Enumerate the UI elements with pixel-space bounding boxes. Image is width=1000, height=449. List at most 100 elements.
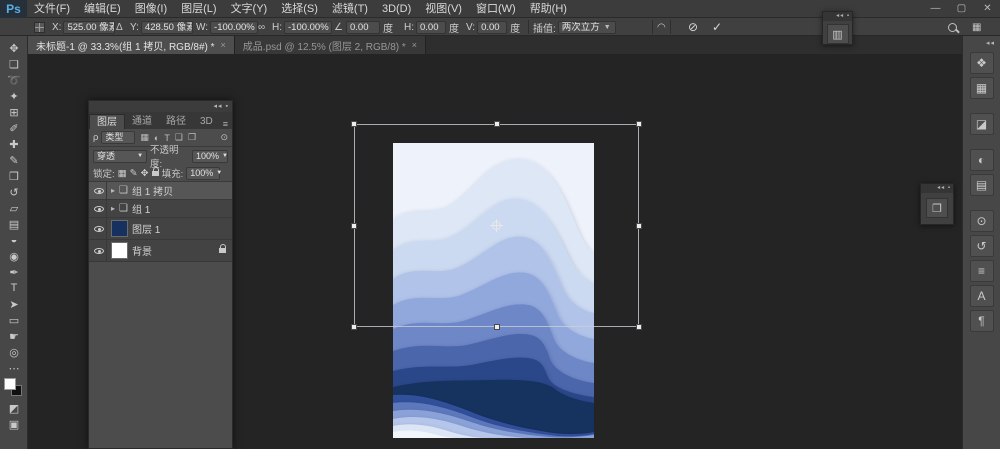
edit-toolbar-more[interactable]: ⋯: [0, 360, 28, 376]
layer-row-layer1[interactable]: 图层 1: [89, 218, 232, 240]
marquee-tool[interactable]: ❏: [0, 56, 28, 72]
transform-handle-bottom-left[interactable]: [351, 324, 357, 330]
history-panel-icon[interactable]: ↺: [970, 235, 994, 257]
menu-filter[interactable]: 滤镜(T): [325, 0, 375, 18]
interpolation-select[interactable]: 两次立方▼: [558, 21, 616, 34]
layer-row-group1[interactable]: ▸ ❑ 组 1: [89, 200, 232, 218]
filter-type-select[interactable]: 类型: [101, 131, 135, 144]
expand-group-icon[interactable]: ▸: [111, 186, 115, 195]
transform-reference-point[interactable]: [492, 221, 501, 230]
vskew-input[interactable]: 0.00: [477, 21, 507, 34]
character-panel-icon[interactable]: A: [970, 285, 994, 307]
tab-3d[interactable]: 3D: [193, 114, 220, 129]
clone-source-panel-icon[interactable]: ❐: [926, 198, 948, 218]
x-input[interactable]: 525.00 像素: [63, 21, 115, 34]
filter-adjustment-layers-icon[interactable]: ◐: [154, 133, 159, 143]
transform-handle-bottom-right[interactable]: [636, 324, 642, 330]
transform-handle-middle-right[interactable]: [636, 223, 642, 229]
menu-type[interactable]: 文字(Y): [224, 0, 275, 18]
menu-select[interactable]: 选择(S): [274, 0, 325, 18]
visibility-eye-icon[interactable]: [91, 182, 107, 199]
menu-image[interactable]: 图像(I): [128, 0, 174, 18]
clone-stamp-tool[interactable]: ❒: [0, 168, 28, 184]
layer-row-background[interactable]: 背景: [89, 240, 232, 262]
info-panel-icon[interactable]: ⊙: [970, 210, 994, 232]
transform-handle-top-center[interactable]: [494, 121, 500, 127]
collapsed-panel-icon-button[interactable]: ▥: [827, 24, 849, 44]
eraser-tool[interactable]: ▱: [0, 200, 28, 216]
close-tab-icon[interactable]: ×: [221, 40, 226, 50]
workspace-switcher-icon[interactable]: ▦: [972, 22, 981, 33]
zoom-tool[interactable]: ◎: [0, 344, 28, 360]
tab-channels[interactable]: 通道: [125, 114, 159, 129]
hskew-input[interactable]: 0.00: [416, 21, 446, 34]
panel-drag-bar[interactable]: ◂◂ ▪: [89, 101, 232, 112]
visibility-eye-icon[interactable]: [91, 240, 107, 261]
search-icon[interactable]: [948, 23, 957, 32]
menu-help[interactable]: 帮助(H): [523, 0, 574, 18]
height-input[interactable]: -100.00%: [284, 21, 332, 34]
visibility-eye-icon[interactable]: [91, 200, 107, 217]
transform-handle-top-left[interactable]: [351, 121, 357, 127]
visibility-eye-icon[interactable]: [91, 218, 107, 239]
lock-transparent-pixels-icon[interactable]: ▦: [118, 168, 127, 179]
minimize-button[interactable]: —: [927, 2, 944, 15]
commit-transform-button[interactable]: ✓: [712, 20, 722, 34]
maximize-button[interactable]: ▢: [953, 2, 970, 15]
document-tab-untitled[interactable]: 未标题-1 @ 33.3%(组 1 拷贝, RGB/8#) * ×: [28, 36, 235, 54]
gradient-tool[interactable]: ▤: [0, 216, 28, 232]
menu-edit[interactable]: 编辑(E): [77, 0, 128, 18]
panel-menu-icon[interactable]: ≡: [223, 119, 232, 129]
expand-dock-icon[interactable]: ◂◂: [963, 36, 1000, 49]
lasso-tool[interactable]: ➰: [0, 72, 28, 88]
dodge-tool[interactable]: ◉: [0, 248, 28, 264]
tab-layers[interactable]: 图层: [89, 114, 125, 129]
pen-tool[interactable]: ✒: [0, 264, 28, 280]
styles-panel-icon[interactable]: ◪: [970, 113, 994, 135]
foreground-background-swatches[interactable]: [0, 376, 28, 400]
paragraph-panel-icon[interactable]: ¶: [970, 310, 994, 332]
layer-row-group1-copy[interactable]: ▸ ❑ 组 1 拷贝: [89, 182, 232, 200]
expand-group-icon[interactable]: ▸: [111, 204, 115, 213]
menu-file[interactable]: 文件(F): [27, 0, 77, 18]
menu-window[interactable]: 窗口(W): [469, 0, 523, 18]
screen-mode-button[interactable]: ▣: [0, 416, 28, 432]
collapse-panel-icon[interactable]: ◂◂ ▪: [823, 12, 852, 21]
path-selection-tool[interactable]: ➤: [0, 296, 28, 312]
transform-handle-middle-left[interactable]: [351, 223, 357, 229]
blur-tool[interactable]: ◒: [0, 232, 28, 248]
quick-selection-tool[interactable]: ✦: [0, 88, 28, 104]
layer-thumbnail[interactable]: [111, 220, 128, 237]
eyedropper-tool[interactable]: ✐: [0, 120, 28, 136]
close-tab-icon[interactable]: ×: [412, 40, 417, 50]
swatches-panel-icon[interactable]: ▦: [970, 77, 994, 99]
opacity-input[interactable]: 100%▼: [192, 150, 228, 163]
color-panel-icon[interactable]: ❖: [970, 52, 994, 74]
layer-name[interactable]: 背景: [132, 243, 152, 258]
quick-mask-button[interactable]: ◩: [0, 400, 28, 416]
libraries-panel-icon[interactable]: ▤: [970, 174, 994, 196]
transform-handle-bottom-center[interactable]: [494, 324, 500, 330]
layer-name[interactable]: 图层 1: [132, 221, 160, 236]
y-input[interactable]: 428.50 像素: [141, 21, 193, 34]
history-brush-tool[interactable]: ↺: [0, 184, 28, 200]
filter-type-layers-icon[interactable]: T: [164, 133, 170, 143]
filter-search-icon[interactable]: ρ: [93, 132, 98, 143]
blend-mode-select[interactable]: 穿透▼: [93, 150, 147, 163]
rotate-input[interactable]: 0.00: [346, 21, 380, 34]
filter-pixel-layers-icon[interactable]: ▦: [140, 132, 149, 143]
menu-view[interactable]: 视图(V): [418, 0, 469, 18]
adjustments-panel-icon[interactable]: ◐: [970, 149, 994, 171]
collapse-panel-icon[interactable]: ◂◂ ▪: [214, 102, 229, 110]
transform-handle-top-right[interactable]: [636, 121, 642, 127]
maintain-aspect-link-icon[interactable]: ∞: [258, 22, 265, 33]
fill-input[interactable]: 100%▼: [186, 167, 220, 180]
close-button[interactable]: ✕: [979, 2, 996, 15]
filter-smart-objects-icon[interactable]: ❒: [188, 132, 196, 143]
properties-panel-icon[interactable]: ≡: [970, 260, 994, 282]
transform-bounding-box[interactable]: [354, 124, 639, 327]
move-tool[interactable]: ✥: [0, 40, 28, 56]
crop-tool[interactable]: ⊞: [0, 104, 28, 120]
filter-toggle-icon[interactable]: ⊙: [220, 132, 228, 143]
warp-mode-toggle[interactable]: ◠: [657, 22, 666, 33]
